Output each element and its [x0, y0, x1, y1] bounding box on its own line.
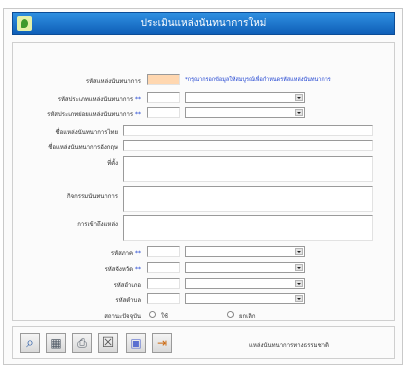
region-code-input[interactable] [147, 246, 180, 257]
print-button[interactable] [72, 333, 92, 353]
chevron-down-icon[interactable] [295, 94, 303, 101]
exit-button[interactable] [152, 333, 172, 353]
district-code-select[interactable] [185, 278, 305, 289]
type-code-label: รหัสประเภทแหล่งนันทนาการ ** [57, 96, 141, 103]
province-code-select[interactable] [185, 262, 305, 273]
status-active-label: ใช้ [161, 313, 169, 320]
travel-label: การเข้าถึงแหล่ง [77, 221, 118, 228]
main-window: ประเมินแหล่งนันทนาการใหม่ รหัสแหล่งนันทน… [3, 8, 403, 365]
subdistrict-code-select[interactable] [185, 293, 305, 304]
travel-textarea[interactable] [123, 215, 373, 241]
name-th-label: ชื่อแหล่งนันทนาการไทย [55, 129, 118, 136]
chevron-down-icon[interactable] [295, 109, 303, 116]
footer-label: แหล่งนันทนาการทางธรรมชาติ [249, 342, 329, 349]
evaluation-form: รหัสแหล่งนันทนาการ *กรุณากรอกข้อมูลให้สม… [12, 42, 395, 321]
name-th-input[interactable] [123, 125, 373, 136]
address-label: ที่ตั้ง [107, 160, 118, 167]
type-code-input[interactable] [147, 92, 180, 103]
delete-button[interactable] [98, 333, 118, 353]
chevron-down-icon[interactable] [295, 248, 303, 255]
province-code-label: รหัสจังหวัด ** [104, 266, 141, 273]
subdistrict-code-label: รหัสตำบล [115, 297, 141, 304]
province-code-input[interactable] [147, 262, 180, 273]
bottom-toolbar: แหล่งนันทนาการทางธรรมชาติ [12, 326, 395, 359]
chevron-down-icon[interactable] [295, 295, 303, 302]
status-active-radio[interactable] [149, 311, 156, 318]
chevron-down-icon[interactable] [295, 264, 303, 271]
district-code-label: รหัสอำเภอ [113, 282, 141, 289]
district-code-input[interactable] [147, 278, 180, 289]
subdistrict-code-input[interactable] [147, 293, 180, 304]
app-logo-icon [17, 16, 32, 31]
subtype-code-label: รหัสประเภทย่อยแหล่งนันทนาการ ** [47, 111, 141, 118]
name-en-input[interactable] [123, 140, 373, 151]
save-button[interactable] [46, 333, 66, 353]
subtype-code-input[interactable] [147, 107, 180, 118]
source-code-input[interactable] [147, 74, 180, 85]
grid-button[interactable] [126, 333, 146, 353]
source-code-hint: *กรุณากรอกข้อมูลให้สมบูรณ์เพื่อกำหนดรหัส… [185, 77, 331, 83]
source-code-label: รหัสแหล่งนันทนาการ [85, 78, 141, 85]
status-label: สถานะปัจจุบัน [104, 313, 141, 320]
activities-label: กิจกรรมนันทนาการ [66, 193, 118, 200]
search-button[interactable] [20, 333, 40, 353]
status-cancel-radio[interactable] [227, 311, 234, 318]
type-code-select[interactable] [185, 92, 305, 103]
name-en-label: ชื่อแหล่งนันทนาการอังกฤษ [48, 144, 118, 151]
window-title: ประเมินแหล่งนันทนาการใหม่ [140, 18, 267, 29]
title-bar: ประเมินแหล่งนันทนาการใหม่ [12, 12, 395, 35]
status-cancel-label: ยกเลิก [239, 313, 256, 320]
region-code-select[interactable] [185, 246, 305, 257]
activities-textarea[interactable] [123, 186, 373, 212]
region-code-label: รหัสภาค ** [110, 250, 141, 257]
subtype-code-select[interactable] [185, 107, 305, 118]
chevron-down-icon[interactable] [295, 280, 303, 287]
address-textarea[interactable] [123, 156, 373, 182]
